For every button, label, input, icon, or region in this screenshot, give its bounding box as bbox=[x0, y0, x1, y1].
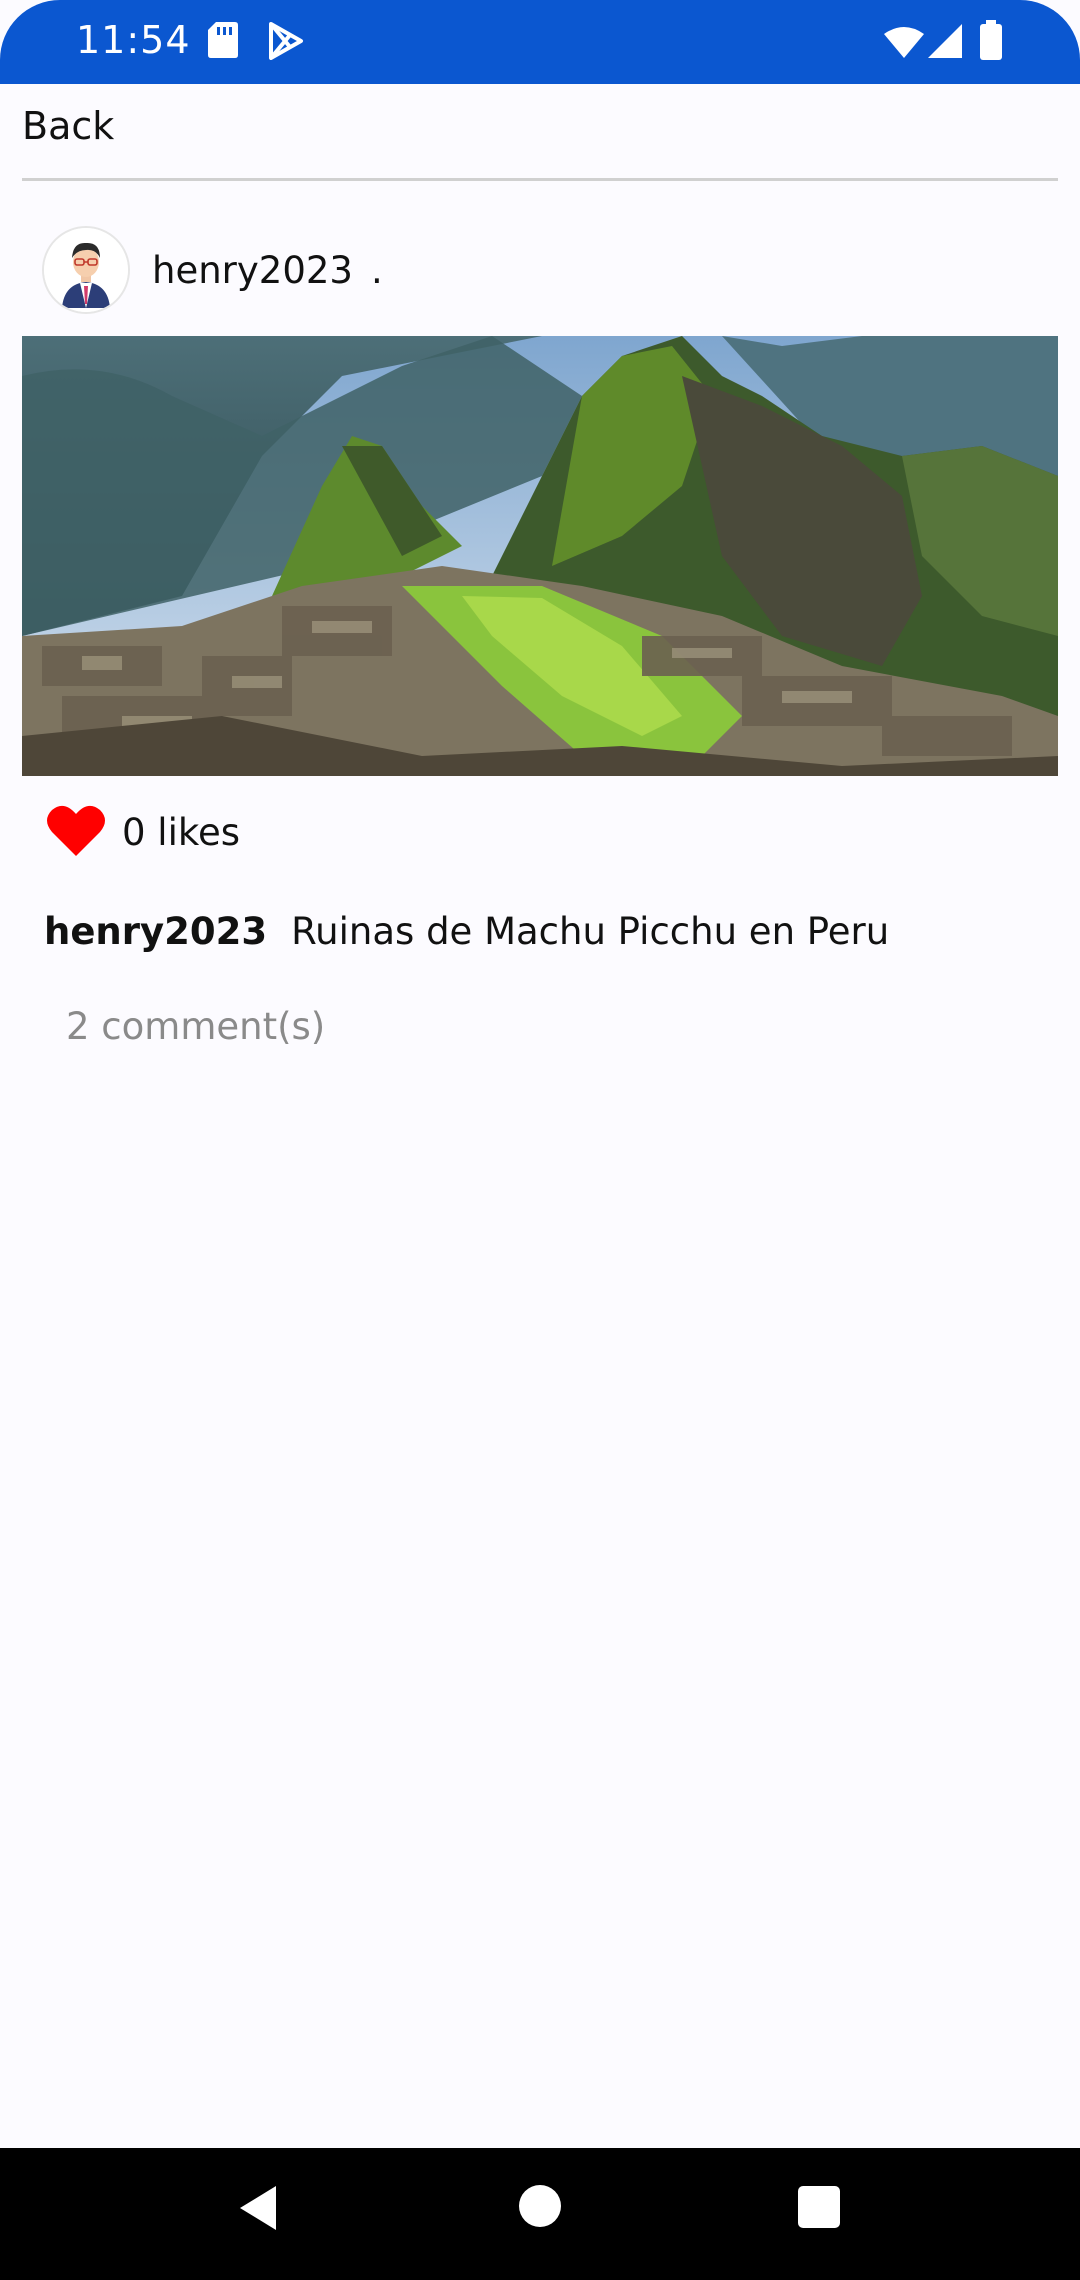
battery-icon bbox=[980, 20, 1002, 64]
divider bbox=[22, 178, 1058, 181]
likes-row: 0 likes bbox=[46, 800, 240, 864]
status-bar: 11:54 bbox=[0, 0, 1080, 84]
wifi-icon bbox=[884, 26, 924, 62]
post-header: henry2023 . bbox=[42, 224, 383, 316]
avatar[interactable] bbox=[42, 226, 130, 314]
status-time: 11:54 bbox=[76, 18, 191, 62]
caption-text: Ruinas de Machu Picchu en Peru bbox=[291, 910, 890, 953]
heart-icon[interactable] bbox=[46, 802, 106, 862]
navigation-bar bbox=[0, 2148, 1080, 2280]
cellular-signal-icon bbox=[928, 24, 962, 62]
caption: henry2023 Ruinas de Machu Picchu en Peru bbox=[44, 910, 889, 953]
view-comments-link[interactable]: 2 comment(s) bbox=[66, 1005, 325, 1048]
caption-username[interactable]: henry2023 bbox=[44, 910, 267, 953]
home-circle-icon[interactable] bbox=[518, 2184, 562, 2232]
play-store-icon bbox=[268, 22, 304, 64]
sd-card-icon bbox=[208, 22, 238, 62]
post-username[interactable]: henry2023 bbox=[152, 249, 353, 292]
post-image bbox=[22, 336, 1058, 776]
likes-count: 0 likes bbox=[122, 810, 241, 854]
recents-square-icon[interactable] bbox=[798, 2186, 840, 2232]
back-triangle-icon[interactable] bbox=[236, 2184, 280, 2236]
post-meta: . bbox=[370, 248, 383, 292]
header-bar: Back bbox=[22, 104, 114, 160]
back-button[interactable]: Back bbox=[22, 104, 114, 148]
